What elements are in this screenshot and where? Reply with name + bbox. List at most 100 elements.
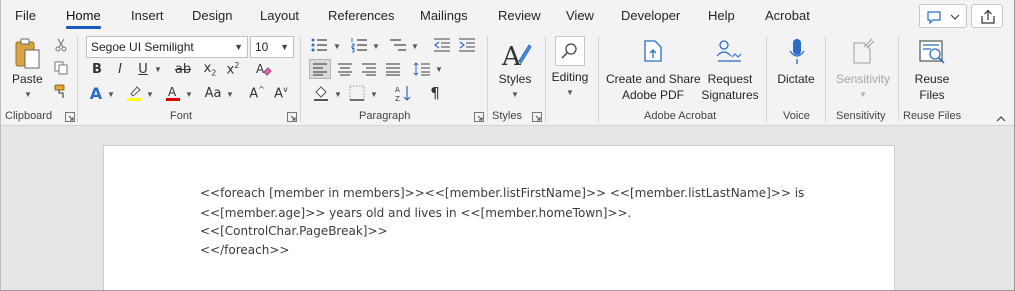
bullets-button[interactable] bbox=[309, 36, 329, 54]
text-effects-dropdown-arrow[interactable]: ▼ bbox=[107, 90, 115, 99]
acrobat-group-label: Adobe Acrobat bbox=[644, 110, 717, 122]
sensitivity-group-label: Sensitivity bbox=[836, 110, 886, 122]
editing-button[interactable] bbox=[555, 36, 585, 66]
numbering-button[interactable] bbox=[349, 36, 369, 54]
shading-dropdown-arrow[interactable]: ▼ bbox=[334, 90, 342, 99]
borders-button[interactable] bbox=[347, 83, 367, 103]
font-color-icon: A bbox=[166, 85, 180, 101]
align-left-icon bbox=[313, 63, 327, 76]
underline-dropdown-arrow[interactable]: ▼ bbox=[154, 65, 162, 74]
italic-button[interactable]: I bbox=[111, 60, 129, 78]
multilevel-list-button[interactable] bbox=[388, 36, 408, 54]
paste-dropdown-arrow[interactable]: ▼ bbox=[24, 90, 32, 99]
document-line: <<foreach [member in members]>><<[member… bbox=[200, 186, 805, 200]
tab-developer[interactable]: Developer bbox=[621, 0, 680, 32]
create-pdf-button[interactable] bbox=[640, 36, 666, 66]
shrink-font-button[interactable]: Av bbox=[271, 83, 291, 103]
change-case-dropdown-arrow[interactable]: ▼ bbox=[226, 90, 234, 99]
subscript-button[interactable]: x2 bbox=[201, 60, 219, 78]
cut-button[interactable] bbox=[52, 36, 70, 54]
tab-design[interactable]: Design bbox=[192, 0, 232, 32]
font-color-dropdown-arrow[interactable]: ▼ bbox=[185, 90, 193, 99]
grow-font-button[interactable]: A^ bbox=[247, 83, 267, 103]
request-signatures-button[interactable] bbox=[713, 36, 745, 66]
line-spacing-button[interactable] bbox=[412, 59, 432, 79]
window-border bbox=[0, 0, 1, 291]
tab-file[interactable]: File bbox=[15, 0, 36, 32]
bullets-dropdown-arrow[interactable]: ▼ bbox=[333, 42, 341, 51]
format-painter-button[interactable] bbox=[52, 82, 70, 100]
clear-formatting-button[interactable]: A bbox=[253, 60, 273, 78]
tab-review[interactable]: Review bbox=[498, 0, 541, 32]
ribbon: Paste ▼ Clipboard Segoe UI Semilight ▼ 1… bbox=[0, 32, 1015, 126]
font-name-combo[interactable]: Segoe UI Semilight ▼ bbox=[86, 36, 248, 58]
bold-button[interactable]: B bbox=[88, 60, 106, 78]
align-left-button[interactable] bbox=[309, 59, 331, 79]
decrease-indent-button[interactable] bbox=[432, 36, 452, 54]
tab-mailings[interactable]: Mailings bbox=[420, 0, 468, 32]
chevron-down-icon: ▼ bbox=[234, 42, 243, 52]
show-formatting-button[interactable]: ¶ bbox=[425, 83, 445, 103]
comments-button[interactable] bbox=[919, 4, 967, 28]
multilevel-dropdown-arrow[interactable]: ▼ bbox=[411, 42, 419, 51]
chevron-down-icon: ▼ bbox=[280, 42, 289, 52]
sensitivity-dropdown-arrow[interactable]: ▼ bbox=[859, 90, 867, 99]
underline-button[interactable]: U bbox=[134, 60, 152, 78]
styles-dropdown-arrow[interactable]: ▼ bbox=[511, 90, 519, 99]
increase-indent-icon bbox=[459, 38, 475, 52]
reuse-files-button[interactable] bbox=[916, 36, 948, 68]
svg-text:Z: Z bbox=[395, 95, 400, 102]
tab-insert[interactable]: Insert bbox=[131, 0, 164, 32]
justify-button[interactable] bbox=[383, 59, 403, 79]
sort-button[interactable]: A Z bbox=[393, 83, 415, 103]
document-page[interactable]: <<foreach [member in members]>><<[member… bbox=[103, 145, 895, 291]
highlight-dropdown-arrow[interactable]: ▼ bbox=[146, 90, 154, 99]
font-group-label: Font bbox=[170, 110, 193, 122]
align-right-button[interactable] bbox=[359, 59, 379, 79]
comment-icon bbox=[927, 11, 960, 25]
create-pdf-icon bbox=[644, 40, 662, 62]
sensitivity-button[interactable] bbox=[849, 36, 877, 68]
separator bbox=[300, 36, 301, 122]
collapse-ribbon-icon[interactable] bbox=[996, 115, 1006, 122]
grow-font-icon: A^ bbox=[249, 84, 265, 102]
align-center-button[interactable] bbox=[335, 59, 355, 79]
styles-button[interactable]: A bbox=[497, 36, 535, 72]
paste-button[interactable] bbox=[9, 36, 47, 72]
change-case-button[interactable]: Aa bbox=[202, 83, 224, 103]
line-spacing-dropdown-arrow[interactable]: ▼ bbox=[435, 65, 443, 74]
document-line: <</foreach>> bbox=[200, 243, 290, 257]
font-size-combo[interactable]: 10 ▼ bbox=[250, 36, 294, 58]
highlight-button[interactable] bbox=[124, 83, 144, 103]
dictate-button[interactable] bbox=[783, 36, 811, 68]
tab-layout[interactable]: Layout bbox=[260, 0, 299, 32]
paragraph-launcher-icon[interactable] bbox=[474, 112, 484, 122]
share-button[interactable] bbox=[971, 4, 1003, 28]
tab-view[interactable]: View bbox=[566, 0, 594, 32]
superscript-button[interactable]: x2 bbox=[224, 60, 242, 78]
numbering-dropdown-arrow[interactable]: ▼ bbox=[372, 42, 380, 51]
clipboard-launcher-icon[interactable] bbox=[65, 112, 75, 122]
font-color-button[interactable]: A bbox=[163, 83, 183, 103]
shading-button[interactable] bbox=[311, 83, 331, 103]
styles-launcher-icon[interactable] bbox=[532, 112, 542, 122]
tab-home[interactable]: Home bbox=[66, 0, 101, 32]
strikethrough-button[interactable]: ab bbox=[172, 60, 194, 78]
tab-references[interactable]: References bbox=[328, 0, 394, 32]
clear-formatting-icon: A bbox=[256, 62, 272, 76]
subscript-icon: x2 bbox=[203, 60, 217, 78]
font-launcher-icon[interactable] bbox=[287, 112, 297, 122]
tab-acrobat[interactable]: Acrobat bbox=[765, 0, 810, 32]
grow-font-label: A bbox=[249, 86, 259, 102]
microphone-icon bbox=[789, 39, 805, 64]
reuse-files-group-label: Reuse Files bbox=[903, 110, 962, 122]
editing-dropdown-arrow[interactable]: ▼ bbox=[566, 88, 574, 97]
copy-button[interactable] bbox=[52, 59, 70, 77]
shrink-font-icon: Av bbox=[274, 84, 288, 102]
text-effects-button[interactable]: A bbox=[86, 83, 106, 103]
sensitivity-tag-icon bbox=[853, 38, 875, 64]
font-name-value: Segoe UI Semilight bbox=[91, 40, 194, 54]
borders-dropdown-arrow[interactable]: ▼ bbox=[370, 90, 378, 99]
tab-help[interactable]: Help bbox=[708, 0, 735, 32]
increase-indent-button[interactable] bbox=[457, 36, 477, 54]
